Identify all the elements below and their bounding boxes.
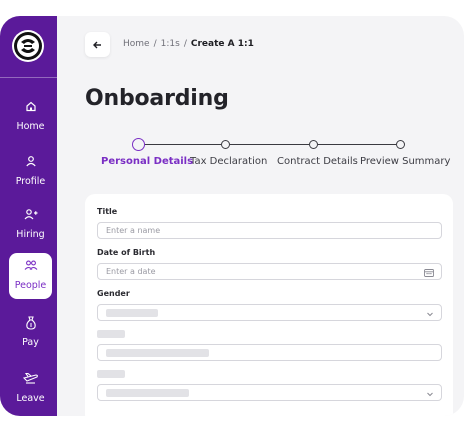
sidebar-divider xyxy=(0,77,57,78)
sidebar-item-label: People xyxy=(14,280,47,291)
breadcrumb-section[interactable]: 1:1s xyxy=(161,39,180,49)
step-label-tax-declaration[interactable]: Tax Declaration xyxy=(190,156,267,167)
chevron-down-icon xyxy=(426,308,434,323)
step-marker-tax-declaration[interactable] xyxy=(221,140,230,149)
sidebar-item-label: Hiring xyxy=(16,229,45,240)
calendar-icon[interactable] xyxy=(424,267,434,282)
title-label: Title xyxy=(97,207,118,216)
chevron-down-icon xyxy=(426,388,434,403)
field-label-skeleton xyxy=(97,330,125,338)
sidebar-item-label: Home xyxy=(16,121,45,132)
title-placeholder: Enter a name xyxy=(106,226,161,235)
gender-label: Gender xyxy=(97,289,130,298)
home-icon xyxy=(9,100,52,114)
step-connector xyxy=(145,144,221,145)
skeleton-select[interactable] xyxy=(97,384,442,401)
step-label-personal-details[interactable]: Personal Details xyxy=(101,156,193,167)
breadcrumb: Home/1:1s / Create A 1:1 xyxy=(123,39,254,49)
breadcrumb-current: Create A 1:1 xyxy=(190,39,254,49)
step-label-contract-details[interactable]: Contract Details xyxy=(277,156,358,167)
step-marker-personal-details[interactable] xyxy=(132,138,145,151)
sidebar-item-hiring[interactable]: Hiring xyxy=(9,202,52,248)
dob-input[interactable]: Enter a date xyxy=(97,263,442,280)
field-label-skeleton xyxy=(97,370,125,378)
step-marker-contract-details[interactable] xyxy=(309,140,318,149)
step-label-preview-summary[interactable]: Preview Summary xyxy=(360,156,450,167)
breadcrumb-separator: / xyxy=(153,39,157,49)
user-plus-icon xyxy=(9,208,52,222)
arrow-left-icon xyxy=(93,36,102,54)
step-connector xyxy=(230,144,309,145)
personal-details-form: Title Enter a name Date of Birth Enter a… xyxy=(85,194,453,416)
gender-select[interactable] xyxy=(97,304,442,321)
sidebar-item-people[interactable]: People xyxy=(9,253,52,299)
sidebar: Home Profile Hiring People Pay Leave xyxy=(0,16,57,416)
sidebar-item-pay[interactable]: Pay xyxy=(9,310,52,356)
brand-logo-icon[interactable] xyxy=(12,30,44,62)
sidebar-item-label: Pay xyxy=(22,337,39,348)
title-input[interactable]: Enter a name xyxy=(97,222,442,239)
money-bag-icon xyxy=(9,316,52,330)
plane-icon xyxy=(9,372,52,386)
step-connector xyxy=(318,144,396,145)
sidebar-item-leave[interactable]: Leave xyxy=(9,366,52,412)
breadcrumb-separator: / xyxy=(183,39,187,49)
sidebar-item-home[interactable]: Home xyxy=(9,94,52,140)
placeholder-skeleton xyxy=(106,389,189,397)
progress-stepper: Personal Details Tax Declaration Contrac… xyxy=(90,138,450,172)
sidebar-item-label: Profile xyxy=(15,176,46,187)
user-icon xyxy=(9,155,52,169)
breadcrumb-home[interactable]: Home xyxy=(123,39,150,49)
dob-label: Date of Birth xyxy=(97,248,156,257)
placeholder-skeleton xyxy=(106,349,209,357)
back-button[interactable] xyxy=(85,32,110,57)
dob-placeholder: Enter a date xyxy=(106,267,156,276)
app-window: Home Profile Hiring People Pay Leave Hom… xyxy=(0,16,464,416)
placeholder-skeleton xyxy=(106,309,158,317)
page-title: Onboarding xyxy=(85,86,229,111)
step-marker-preview-summary[interactable] xyxy=(396,140,405,149)
sidebar-item-profile[interactable]: Profile xyxy=(9,149,52,195)
skeleton-input[interactable] xyxy=(97,344,442,361)
people-icon xyxy=(9,259,52,273)
sidebar-item-label: Leave xyxy=(16,393,45,404)
